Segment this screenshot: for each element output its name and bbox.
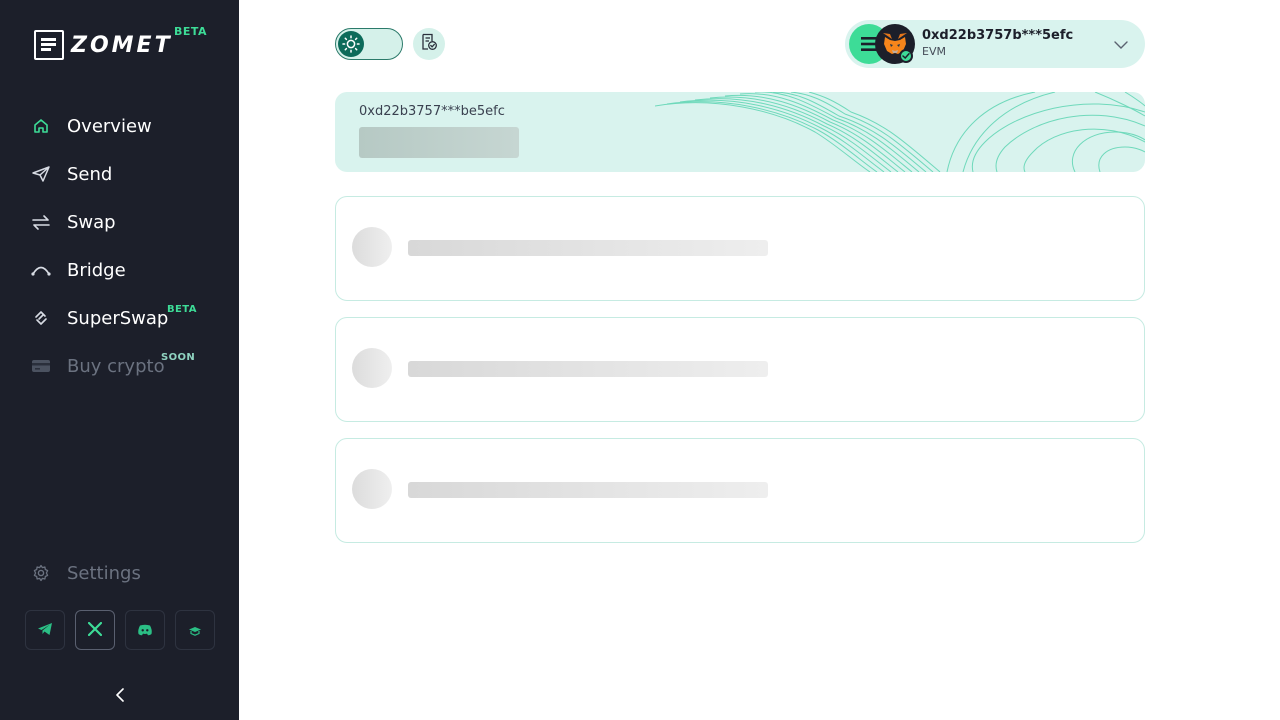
docs-icon	[188, 621, 202, 640]
telegram-icon	[37, 621, 53, 640]
app-root: ZOMET BETA Overview Send Swap Bridge Sup…	[0, 0, 1280, 720]
theme-toggle[interactable]	[335, 28, 403, 60]
sidebar-item-label: SuperSwap	[67, 307, 169, 329]
sidebar: ZOMET BETA Overview Send Swap Bridge Sup…	[0, 0, 239, 720]
balance-loading-skeleton	[359, 127, 519, 158]
verified-check-icon	[899, 49, 913, 63]
transaction-history-button[interactable]	[413, 28, 445, 60]
superswap-beta-badge: BETA	[167, 304, 197, 315]
swap-icon	[30, 211, 52, 233]
chevron-left-icon	[115, 687, 125, 706]
telegram-button[interactable]	[25, 610, 65, 650]
wallet-address: 0xd22b3757b***5efc	[922, 28, 1074, 43]
sidebar-item-settings[interactable]: Settings	[30, 562, 141, 584]
wallet-button[interactable]: 0xd22b3757b***5efc EVM	[845, 20, 1145, 68]
sidebar-item-bridge[interactable]: Bridge	[0, 246, 239, 294]
sidebar-item-swap[interactable]: Swap	[0, 198, 239, 246]
receipt-check-icon	[420, 33, 438, 55]
home-icon	[30, 115, 52, 137]
brand-beta-badge: BETA	[174, 25, 208, 38]
sidebar-item-superswap[interactable]: SuperSwap BETA	[0, 294, 239, 342]
gear-icon	[30, 562, 52, 584]
sidebar-item-overview[interactable]: Overview	[0, 102, 239, 150]
wallet-network: EVM	[922, 45, 946, 58]
balance-card: 0xd22b3757***be5efc	[335, 92, 1145, 172]
text-skeleton	[408, 361, 768, 377]
avatar-skeleton	[352, 348, 392, 388]
discord-icon	[137, 621, 153, 640]
sidebar-nav: Overview Send Swap Bridge SuperSwap BETA…	[0, 102, 239, 390]
text-skeleton	[408, 240, 768, 256]
sidebar-item-label: Buy crypto	[67, 355, 165, 377]
sidebar-item-label: Bridge	[67, 259, 126, 281]
balance-address: 0xd22b3757***be5efc	[359, 104, 505, 119]
avatar-skeleton	[352, 227, 392, 267]
list-item	[335, 317, 1145, 422]
x-icon	[87, 621, 103, 640]
logo[interactable]: ZOMET	[34, 30, 173, 60]
superswap-icon	[30, 307, 52, 329]
bridge-icon	[30, 259, 52, 281]
decorative-contour-pattern	[655, 92, 1145, 172]
sidebar-item-label: Send	[67, 163, 113, 185]
list-item	[335, 196, 1145, 301]
sidebar-item-label: Swap	[67, 211, 116, 233]
text-skeleton	[408, 482, 768, 498]
logo-mark-icon	[34, 30, 64, 60]
settings-label: Settings	[67, 562, 141, 584]
buy-crypto-soon-badge: SOON	[161, 352, 196, 363]
docs-button[interactable]	[175, 610, 215, 650]
list-item	[335, 438, 1145, 543]
chevron-down-icon	[1113, 37, 1129, 53]
card-icon	[30, 355, 52, 377]
sun-icon	[338, 31, 364, 57]
social-links	[25, 610, 215, 650]
discord-button[interactable]	[125, 610, 165, 650]
sidebar-item-send[interactable]: Send	[0, 150, 239, 198]
collapse-sidebar-button[interactable]	[110, 686, 130, 706]
sidebar-item-buy-crypto: Buy crypto SOON	[0, 342, 239, 390]
logo-text: ZOMET	[71, 32, 173, 58]
sidebar-item-label: Overview	[67, 115, 152, 137]
avatar-skeleton	[352, 469, 392, 509]
x-button[interactable]	[75, 610, 115, 650]
send-icon	[30, 163, 52, 185]
